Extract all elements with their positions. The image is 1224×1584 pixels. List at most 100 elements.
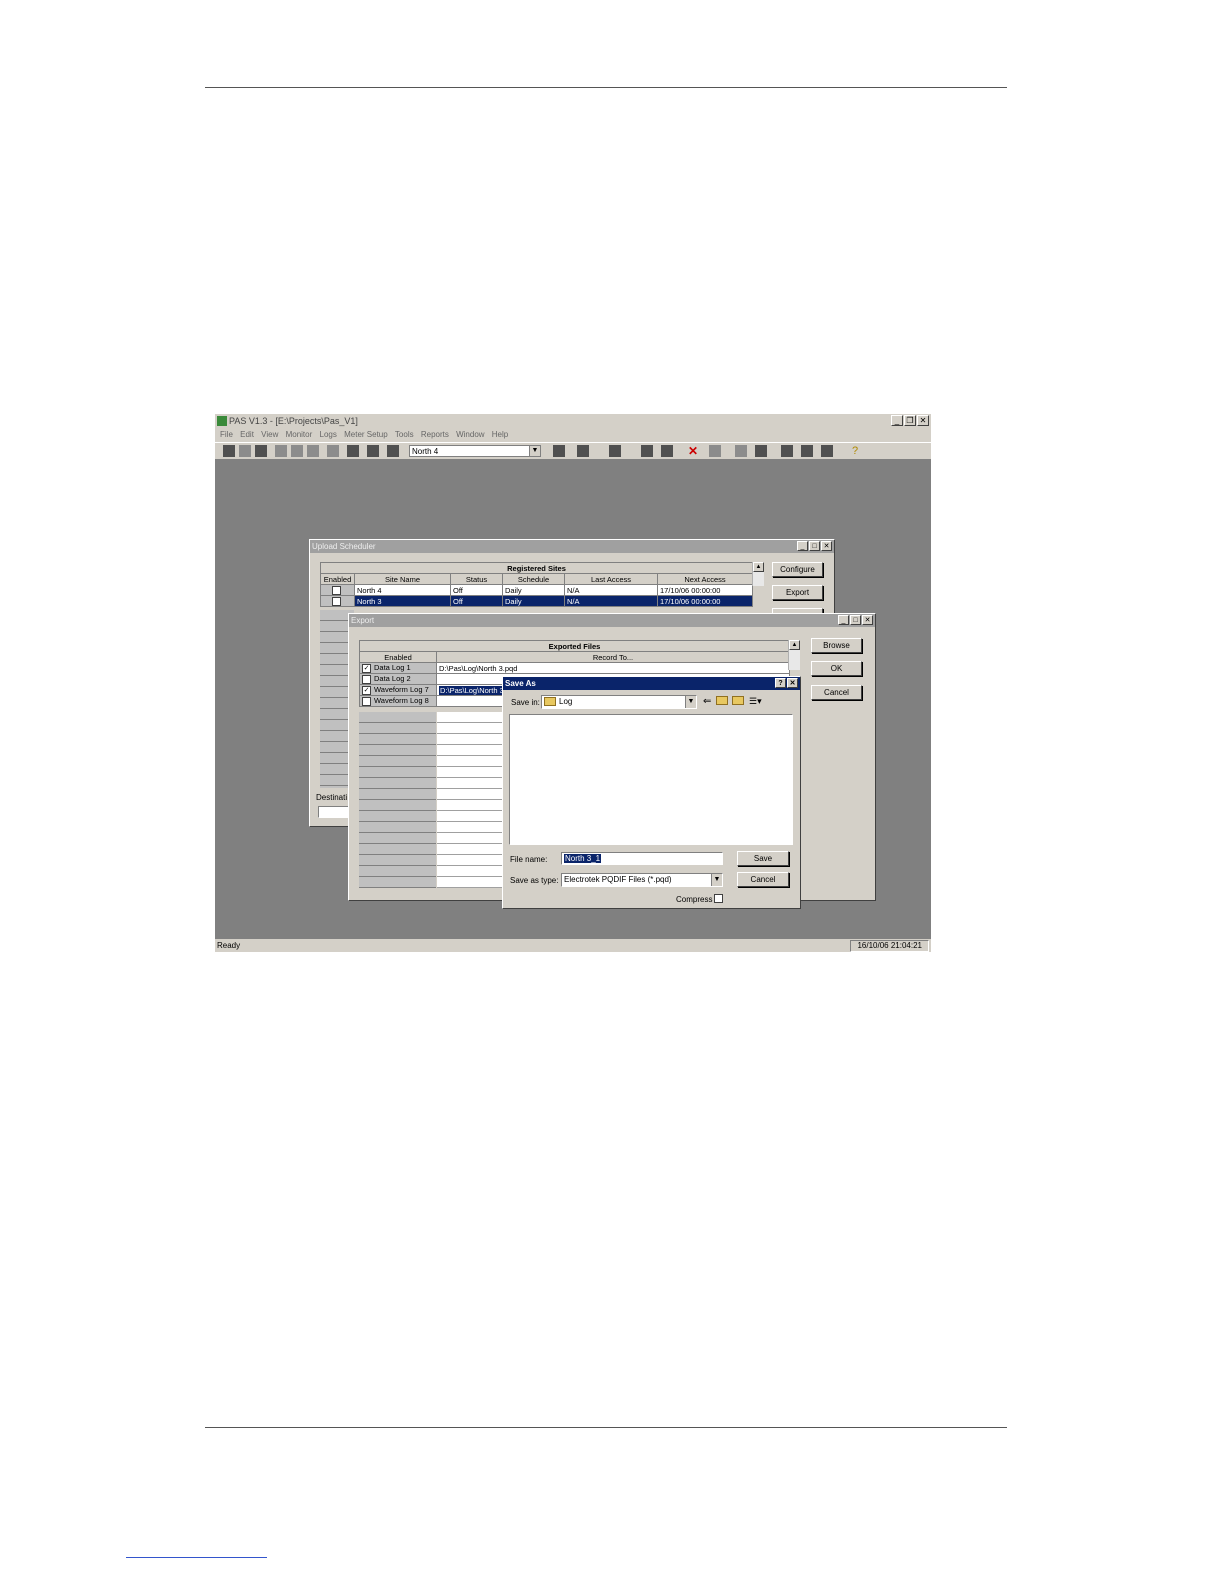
export-title: Export [351,616,375,625]
log-name: Waveform Log 8 [374,696,429,706]
menu-window[interactable]: Window [456,430,484,439]
log-icon[interactable] [801,445,813,457]
help-icon[interactable]: ? [775,678,786,688]
menu-view[interactable]: View [261,430,278,439]
delete-icon[interactable]: ✕ [687,445,699,457]
preview-icon[interactable] [347,445,359,457]
menu-edit[interactable]: Edit [240,430,254,439]
back-icon[interactable]: ⇐ [703,696,711,707]
configure-button[interactable]: Configure [772,562,823,577]
grid-icon[interactable] [553,445,565,457]
ok-button[interactable]: OK [811,661,862,676]
new-folder-icon[interactable] [732,696,747,706]
pqu-icon[interactable] [821,445,833,457]
reset-icon[interactable] [735,445,747,457]
cancel-button[interactable]: Cancel [737,872,789,887]
export-titlebar: Export _ □ ✕ [349,614,875,627]
data-icon[interactable] [781,445,793,457]
save-in-label: Save in: [511,698,540,707]
pas-application-window: PAS V1.3 - [E:\Projects\Pas_V1] _ ❐ ✕ Fi… [215,414,931,952]
chevron-down-icon[interactable]: ▼ [685,696,696,708]
scrollbar[interactable]: ▲ [752,562,764,586]
minimize-icon[interactable]: _ [797,541,808,551]
menu-logs[interactable]: Logs [320,430,337,439]
browse-button[interactable]: Browse [811,638,862,653]
maximize-icon[interactable]: □ [850,615,861,625]
cancel-button[interactable]: Cancel [811,685,862,700]
copy-icon[interactable] [291,445,303,457]
chart-icon[interactable] [661,445,673,457]
save-icon[interactable] [239,445,251,457]
minimize-icon[interactable]: _ [838,615,849,625]
save-as-title: Save As [505,679,536,688]
chevron-down-icon[interactable]: ▼ [711,874,722,886]
save-button[interactable]: Save [737,851,789,866]
table-row[interactable]: North 3 Off Daily N/A 17/10/06 00:00:00 [320,595,754,607]
file-list[interactable] [509,714,793,845]
table-row[interactable]: ✓ Data Log 1 D:\Pas\Log\North 3.pqd [359,662,790,674]
record-to-selected-path: D:\Pas\Log\North 3 [439,685,505,695]
enabled-checkbox[interactable]: ✓ [362,685,371,695]
site-name-cell: North 4 [354,584,451,596]
maximize-icon[interactable]: □ [809,541,820,551]
enabled-checkbox[interactable] [331,585,341,595]
save-in-value: Log [559,697,573,706]
file-name-value: North 3_1 [564,854,602,863]
export-button[interactable]: Export [772,585,823,600]
column-header: Next Access [656,573,754,585]
file-name-input[interactable]: North 3_1 [561,852,723,865]
log-name: Data Log 1 [374,663,411,673]
site-selector[interactable]: North 4 ▼ [409,445,541,457]
save-type-select[interactable]: Electrotek PQDIF Files (*.pqd) ▼ [561,873,723,887]
close-icon[interactable]: ✕ [787,678,798,688]
save-in-select[interactable]: Log ▼ [541,695,697,709]
paste-icon[interactable] [307,445,319,457]
scroll-up-icon[interactable]: ▲ [789,640,800,650]
status-clock: 16/10/06 21:04:21 [850,940,929,952]
compress-checkbox[interactable] [714,894,723,903]
monitor-icon[interactable] [755,445,767,457]
file-name-label: File name: [510,855,548,864]
schedule-cell: Daily [502,584,565,596]
enabled-checkbox[interactable]: ✓ [362,663,371,673]
menu-meter-setup[interactable]: Meter Setup [344,430,388,439]
close-icon[interactable]: ✕ [917,415,929,426]
scrollbar[interactable]: ▲ [788,640,800,670]
compress-label: Compress [676,895,713,904]
window-icon[interactable] [709,445,721,457]
enabled-checkbox[interactable] [362,674,371,684]
menu-help[interactable]: Help [492,430,508,439]
menu-tools[interactable]: Tools [395,430,414,439]
empty-rows-area [359,712,436,888]
column-header: Enabled [320,573,355,585]
enabled-checkbox[interactable] [331,596,341,606]
scroll-up-icon[interactable]: ▲ [753,562,764,572]
print-icon[interactable] [327,445,339,457]
cut-icon[interactable] [275,445,287,457]
download-icon[interactable] [609,445,621,457]
upload-icon[interactable] [577,445,589,457]
table-row[interactable]: North 4 Off Daily N/A 17/10/06 00:00:00 [320,584,754,596]
up-folder-icon[interactable] [716,696,731,706]
menu-reports[interactable]: Reports [421,430,449,439]
close-icon[interactable]: ✕ [821,541,832,551]
help-icon[interactable]: ? [849,445,861,457]
save-all-icon[interactable] [255,445,267,457]
record-to-cell[interactable]: D:\Pas\Log\North 3.pqd [436,662,790,674]
column-header: Last Access [564,573,658,585]
minimize-icon[interactable]: _ [891,415,903,426]
menu-file[interactable]: File [220,430,233,439]
footnote-rule [126,1557,267,1558]
close-icon[interactable]: ✕ [862,615,873,625]
menu-monitor[interactable]: Monitor [286,430,313,439]
properties-icon[interactable] [367,445,379,457]
restore-icon[interactable]: ❐ [904,415,916,426]
view-menu-icon[interactable]: ☰▾ [749,696,762,707]
image-icon[interactable] [641,445,653,457]
enabled-checkbox[interactable] [362,696,371,706]
site-selector-value: North 4 [412,447,439,456]
destination-label: Destinati [316,793,348,802]
connect-icon[interactable] [387,445,399,457]
open-folder-icon[interactable] [223,445,235,457]
chevron-down-icon[interactable]: ▼ [529,446,540,456]
